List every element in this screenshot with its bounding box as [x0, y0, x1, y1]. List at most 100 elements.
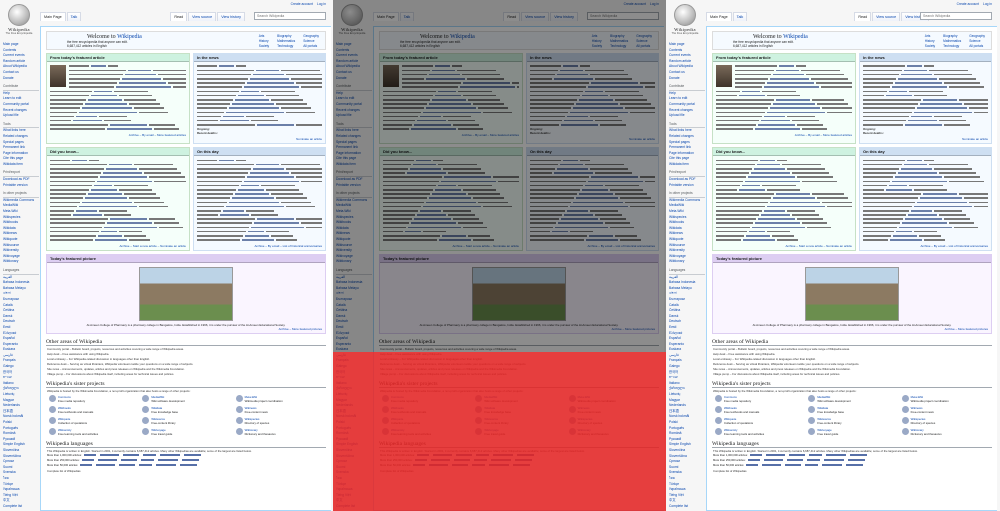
link-run[interactable]	[895, 230, 912, 233]
link-run[interactable]	[907, 119, 937, 122]
link-run[interactable]	[755, 128, 800, 130]
sidebar-item[interactable]: Wiktionary	[336, 259, 372, 265]
in-the-news-more[interactable]: Nominate an article	[860, 137, 991, 143]
link-run[interactable]	[432, 98, 466, 101]
link-run[interactable]	[101, 230, 117, 233]
language-link[interactable]	[825, 454, 846, 457]
language-link[interactable]	[788, 454, 805, 457]
link-run[interactable]	[776, 193, 810, 195]
link-run[interactable]	[758, 124, 795, 126]
language-link[interactable]	[157, 459, 178, 462]
link-run[interactable]	[885, 188, 912, 191]
link-run[interactable]	[584, 90, 603, 93]
link-run[interactable]	[919, 103, 962, 105]
portal-link[interactable]: History	[925, 39, 935, 43]
portal-link[interactable]: Society	[259, 44, 269, 48]
link-run[interactable]	[776, 69, 799, 72]
link-run[interactable]	[234, 193, 269, 195]
link-run[interactable]	[773, 103, 815, 105]
link-run[interactable]	[413, 163, 436, 166]
link-run[interactable]	[423, 111, 481, 114]
portal-link[interactable]: Geography	[636, 34, 652, 38]
link-run[interactable]	[906, 159, 922, 162]
link-run[interactable]	[107, 222, 152, 225]
tab-read[interactable]: Read	[854, 12, 872, 21]
other-area-item[interactable]: Local embassy – For Wikipedia-related di…	[47, 357, 325, 361]
sidebar-item[interactable]: Donate	[669, 76, 705, 82]
link-run[interactable]	[414, 124, 451, 126]
link-run[interactable]	[76, 209, 97, 212]
link-run[interactable]	[252, 73, 284, 76]
link-run[interactable]	[460, 86, 515, 88]
log-in-link[interactable]: Log in	[650, 2, 659, 6]
language-link[interactable]	[746, 464, 759, 467]
link-run[interactable]	[253, 222, 299, 225]
other-area-item[interactable]: Village pump – For discussions about Wik…	[47, 372, 325, 376]
link-run[interactable]	[773, 73, 804, 76]
sister-project[interactable]: WikidataFree knowledge base	[808, 406, 895, 414]
link-run[interactable]	[559, 163, 583, 166]
link-run[interactable]	[247, 230, 264, 233]
in-the-news-more[interactable]: Nominate an article	[194, 137, 325, 143]
did-you-know-more[interactable]: Archive – Start a new article – Nominate…	[47, 244, 189, 250]
link-run[interactable]	[414, 218, 451, 220]
link-run[interactable]	[240, 184, 259, 187]
link-run[interactable]	[907, 214, 937, 216]
wikipedia-logo[interactable]: Wikipedia The Free Encyclopedia	[4, 4, 34, 38]
portal-link[interactable]: History	[259, 39, 269, 43]
link-run[interactable]	[88, 98, 122, 101]
sidebar-item[interactable]: Printable version	[669, 183, 705, 189]
link-run[interactable]	[250, 226, 304, 229]
link-run[interactable]	[916, 107, 967, 109]
link-run[interactable]	[85, 197, 127, 199]
link-run[interactable]	[578, 98, 613, 101]
featured-picture-more[interactable]: Archive – More featured pictures	[713, 327, 991, 333]
other-area-item[interactable]: Help desk – Free assistance with using W…	[713, 352, 991, 356]
link-run[interactable]	[903, 69, 927, 72]
link-run[interactable]	[249, 172, 289, 174]
language-link[interactable]	[786, 459, 803, 462]
other-area-item[interactable]: Community portal – Bulletin board, proje…	[713, 347, 991, 351]
portal-link[interactable]: Society	[925, 44, 935, 48]
link-run[interactable]	[572, 201, 623, 204]
link-run[interactable]	[125, 73, 156, 76]
other-area-item[interactable]: Village pump – For discussions about Wik…	[713, 372, 991, 376]
sister-project[interactable]: WiktionaryDictionary and thesaurus	[901, 428, 989, 436]
link-run[interactable]	[243, 180, 299, 183]
sister-project[interactable]: WikinewsFree-content news	[235, 406, 323, 414]
tab-main-page[interactable]: Main Page	[706, 12, 732, 21]
sister-project[interactable]: CommonsFree media repository	[49, 395, 136, 403]
portal-link[interactable]: Science	[303, 39, 319, 43]
link-run[interactable]	[575, 197, 618, 199]
link-run[interactable]	[107, 128, 152, 130]
link-run[interactable]	[444, 176, 491, 178]
link-run[interactable]	[913, 205, 972, 208]
link-run[interactable]	[767, 82, 814, 84]
sister-project[interactable]: WikivoyageFree travel guide	[808, 428, 895, 436]
link-run[interactable]	[94, 184, 112, 187]
link-run[interactable]	[904, 218, 942, 220]
link-run[interactable]	[237, 188, 264, 191]
sister-project[interactable]: WikibooksFree textbooks and manuals	[49, 406, 136, 414]
link-run[interactable]	[752, 226, 805, 229]
link-run[interactable]	[228, 107, 279, 109]
sister-project[interactable]: WikiversityFree learning tools and activ…	[715, 428, 802, 436]
search-input[interactable]	[920, 12, 992, 20]
link-run[interactable]	[225, 205, 284, 208]
language-link[interactable]	[808, 454, 822, 457]
link-run[interactable]	[97, 180, 152, 183]
link-run[interactable]	[742, 90, 760, 93]
tab-view-source[interactable]: View source	[872, 12, 901, 21]
link-run[interactable]	[88, 193, 122, 195]
link-run[interactable]	[241, 239, 274, 241]
tab-view-history[interactable]: View history	[217, 12, 245, 21]
link-run[interactable]	[894, 176, 942, 178]
create-account-link[interactable]: Create account	[957, 2, 979, 6]
on-this-day-more[interactable]: Archive – By email – List of historical …	[860, 244, 991, 250]
link-run[interactable]	[416, 159, 431, 162]
link-run[interactable]	[910, 209, 932, 212]
language-link[interactable]	[765, 454, 785, 457]
link-run[interactable]	[587, 86, 643, 88]
link-run[interactable]	[764, 86, 819, 88]
link-run[interactable]	[554, 226, 608, 229]
